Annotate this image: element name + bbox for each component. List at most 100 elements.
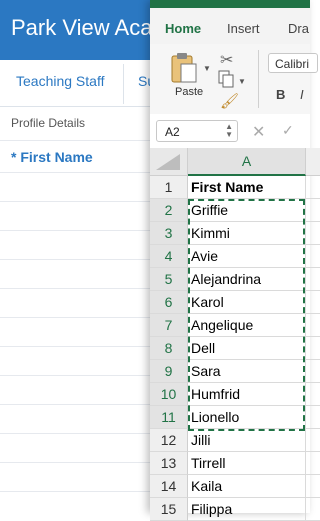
- tab-teaching-staff[interactable]: Teaching Staff: [16, 73, 104, 89]
- excel-window: Home Insert Dra ▼ Paste ✂ ▼ 🖌 Calibri B …: [150, 0, 320, 521]
- font-name-select[interactable]: Calibri: [268, 53, 318, 73]
- column-header-a[interactable]: A: [188, 148, 306, 176]
- table-row: 10 Humfrid: [150, 383, 320, 406]
- table-row: 8 Dell: [150, 337, 320, 360]
- divider: [0, 317, 160, 318]
- table-row: 5 Alejandrina: [150, 268, 320, 291]
- divider: [0, 346, 160, 347]
- select-all-button[interactable]: [150, 148, 188, 176]
- cell[interactable]: Kaila: [188, 475, 306, 498]
- table-row: 13 Tirrell: [150, 452, 320, 475]
- enter-icon[interactable]: ✓: [282, 122, 294, 139]
- cell[interactable]: [306, 406, 320, 429]
- table-row: 1 First Name: [150, 176, 320, 199]
- ribbon-tab-draw[interactable]: Dra: [288, 21, 309, 36]
- row-header[interactable]: 13: [150, 452, 188, 475]
- copy-icon[interactable]: [218, 70, 234, 88]
- row-header[interactable]: 1: [150, 176, 188, 199]
- ribbon-tab-bar: Home Insert Dra: [150, 8, 310, 48]
- row-header[interactable]: 7: [150, 314, 188, 337]
- cell[interactable]: Avie: [188, 245, 306, 268]
- name-box[interactable]: A2 ▲ ▼: [156, 120, 238, 142]
- table-row: 15 Filippa: [150, 498, 320, 521]
- cell[interactable]: Lionello: [188, 406, 306, 429]
- divider: [0, 230, 160, 231]
- cell[interactable]: Filippa: [188, 498, 306, 521]
- row-header[interactable]: 9: [150, 360, 188, 383]
- cell[interactable]: [306, 245, 320, 268]
- spreadsheet-grid: A 1 First Name 2 Griffie 3 Kimmi 4 Avie 5 Alejand…: [150, 148, 320, 521]
- cell[interactable]: [306, 314, 320, 337]
- table-row: 9 Sara: [150, 360, 320, 383]
- row-header[interactable]: 15: [150, 498, 188, 521]
- cell[interactable]: [306, 498, 320, 521]
- row-header[interactable]: 3: [150, 222, 188, 245]
- column-header-b[interactable]: [306, 148, 320, 176]
- cell[interactable]: Jilli: [188, 429, 306, 452]
- first-name-field-label: * First Name: [11, 149, 93, 165]
- divider: [0, 288, 160, 289]
- row-header[interactable]: 4: [150, 245, 188, 268]
- cell[interactable]: Dell: [188, 337, 306, 360]
- formula-bar: A2 ▲ ▼ ✕ ✓: [150, 114, 310, 149]
- format-painter-icon[interactable]: 🖌: [220, 92, 239, 110]
- divider: [0, 462, 160, 463]
- table-row: 3 Kimmi: [150, 222, 320, 245]
- row-header[interactable]: 6: [150, 291, 188, 314]
- row-header[interactable]: 12: [150, 429, 188, 452]
- cell[interactable]: [306, 268, 320, 291]
- table-row: 4 Avie: [150, 245, 320, 268]
- cancel-icon[interactable]: ✕: [252, 122, 265, 142]
- excel-title-bar: [150, 0, 310, 8]
- cell[interactable]: [306, 337, 320, 360]
- chevron-down-icon[interactable]: ▼: [203, 64, 211, 73]
- section-label: Profile Details: [11, 116, 86, 130]
- paste-icon[interactable]: [170, 52, 198, 84]
- table-row: 14 Kaila: [150, 475, 320, 498]
- cell[interactable]: Humfrid: [188, 383, 306, 406]
- cell[interactable]: [306, 199, 320, 222]
- table-row: 6 Karol: [150, 291, 320, 314]
- divider: [0, 491, 160, 492]
- cell[interactable]: First Name: [188, 176, 306, 199]
- divider: [0, 201, 160, 202]
- cell[interactable]: [306, 291, 320, 314]
- divider: [0, 375, 160, 376]
- cell[interactable]: Karol: [188, 291, 306, 314]
- cell[interactable]: [306, 383, 320, 406]
- name-box-value: A2: [165, 125, 180, 139]
- cell[interactable]: [306, 475, 320, 498]
- cell[interactable]: [306, 452, 320, 475]
- cell[interactable]: Griffie: [188, 199, 306, 222]
- cell[interactable]: [306, 429, 320, 452]
- table-row: 11 Lionello: [150, 406, 320, 429]
- ribbon-tab-home[interactable]: Home: [165, 21, 201, 36]
- cell[interactable]: [306, 176, 320, 199]
- cell[interactable]: Kimmi: [188, 222, 306, 245]
- table-row: 7 Angelique: [150, 314, 320, 337]
- chevron-down-icon[interactable]: ▼: [238, 77, 246, 86]
- row-header[interactable]: 14: [150, 475, 188, 498]
- divider: [0, 140, 160, 141]
- table-row: 2 Griffie: [150, 199, 320, 222]
- row-header[interactable]: 2: [150, 199, 188, 222]
- row-header[interactable]: 5: [150, 268, 188, 291]
- italic-button[interactable]: I: [300, 87, 304, 102]
- name-box-stepper-icon[interactable]: ▲ ▼: [225, 123, 233, 139]
- row-header[interactable]: 8: [150, 337, 188, 360]
- paste-label[interactable]: Paste: [175, 86, 203, 98]
- divider: [0, 172, 160, 173]
- app-title: Park View Acac: [11, 15, 164, 40]
- bold-button[interactable]: B: [276, 87, 285, 102]
- cell[interactable]: [306, 222, 320, 245]
- cell[interactable]: Tirrell: [188, 452, 306, 475]
- ribbon-tab-insert[interactable]: Insert: [227, 21, 260, 36]
- row-header[interactable]: 10: [150, 383, 188, 406]
- divider: [0, 433, 160, 434]
- cell[interactable]: Angelique: [188, 314, 306, 337]
- cut-icon[interactable]: ✂: [220, 50, 233, 70]
- cell[interactable]: [306, 360, 320, 383]
- cell[interactable]: Sara: [188, 360, 306, 383]
- cell[interactable]: Alejandrina: [188, 268, 306, 291]
- row-header[interactable]: 11: [150, 406, 188, 429]
